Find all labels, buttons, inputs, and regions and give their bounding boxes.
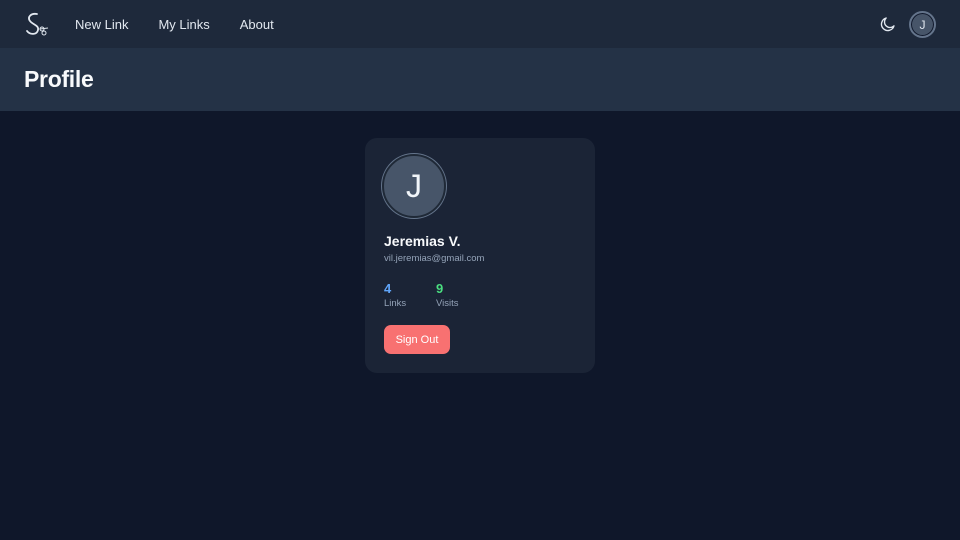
user-avatar-button[interactable]: J bbox=[909, 11, 936, 38]
profile-name: Jeremias V. bbox=[384, 233, 461, 249]
nav-link-my-links[interactable]: My Links bbox=[158, 17, 209, 32]
top-navbar: New Link My Links About J bbox=[0, 0, 960, 48]
scissors-s-logo-icon[interactable] bbox=[22, 10, 50, 38]
profile-email: vil.jeremias@gmail.com bbox=[384, 253, 485, 264]
page-title: Profile bbox=[24, 66, 94, 92]
nav-link-new-link[interactable]: New Link bbox=[75, 17, 128, 32]
visits-label: Visits bbox=[436, 298, 459, 309]
links-count: 4 bbox=[384, 281, 392, 296]
sign-out-button[interactable]: Sign Out bbox=[384, 325, 450, 354]
moon-icon[interactable] bbox=[877, 13, 899, 35]
visits-count: 9 bbox=[436, 281, 444, 296]
nav-link-about[interactable]: About bbox=[240, 17, 274, 32]
page-header bbox=[0, 48, 960, 111]
nav-links: New Link My Links About bbox=[75, 0, 304, 48]
links-label: Links bbox=[384, 298, 407, 309]
profile-avatar: J bbox=[382, 154, 446, 218]
